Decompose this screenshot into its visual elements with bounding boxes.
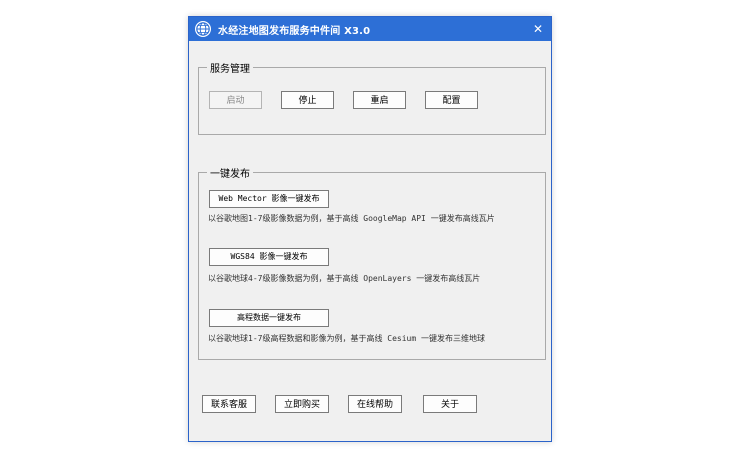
title-bar[interactable]: 水经注地图发布服务中件间 X3.0 ✕ <box>189 17 551 41</box>
contact-support-button[interactable]: 联系客服 <box>202 395 256 413</box>
online-help-button[interactable]: 在线帮助 <box>348 395 402 413</box>
elevation-description: 以谷歌地球1-7级高程数据和影像为例，基于高线 Cesium 一键发布三维地球 <box>208 334 485 343</box>
one-click-publish-group: 一键发布 Web Mector 影像一键发布 以谷歌地图1-7级影像数据为例，基… <box>198 165 546 360</box>
stop-button[interactable]: 停止 <box>281 91 334 109</box>
close-icon[interactable]: ✕ <box>529 20 547 38</box>
one-click-publish-label: 一键发布 <box>207 165 253 180</box>
wgs84-description: 以谷歌地球4-7级影像数据为例，基于高线 OpenLayers 一键发布高线瓦片 <box>208 274 481 283</box>
about-button[interactable]: 关于 <box>423 395 477 413</box>
window-title: 水经注地图发布服务中件间 X3.0 <box>218 26 371 37</box>
globe-icon <box>195 21 211 37</box>
service-management-group: 服务管理 启动 停止 重启 配置 <box>198 60 546 135</box>
web-mercator-publish-button[interactable]: Web Mector 影像一键发布 <box>209 190 329 208</box>
app-window: 水经注地图发布服务中件间 X3.0 ✕ 服务管理 启动 停止 重启 配置 一键发… <box>188 16 552 442</box>
web-mercator-description: 以谷歌地图1-7级影像数据为例，基于高线 GoogleMap API 一键发布高… <box>208 214 495 223</box>
restart-button[interactable]: 重启 <box>353 91 406 109</box>
config-button[interactable]: 配置 <box>425 91 478 109</box>
elevation-publish-button[interactable]: 高程数据一键发布 <box>209 309 329 327</box>
buy-now-button[interactable]: 立即购买 <box>275 395 329 413</box>
wgs84-publish-button[interactable]: WGS84 影像一键发布 <box>209 248 329 266</box>
start-button[interactable]: 启动 <box>209 91 262 109</box>
service-management-label: 服务管理 <box>207 60 253 75</box>
